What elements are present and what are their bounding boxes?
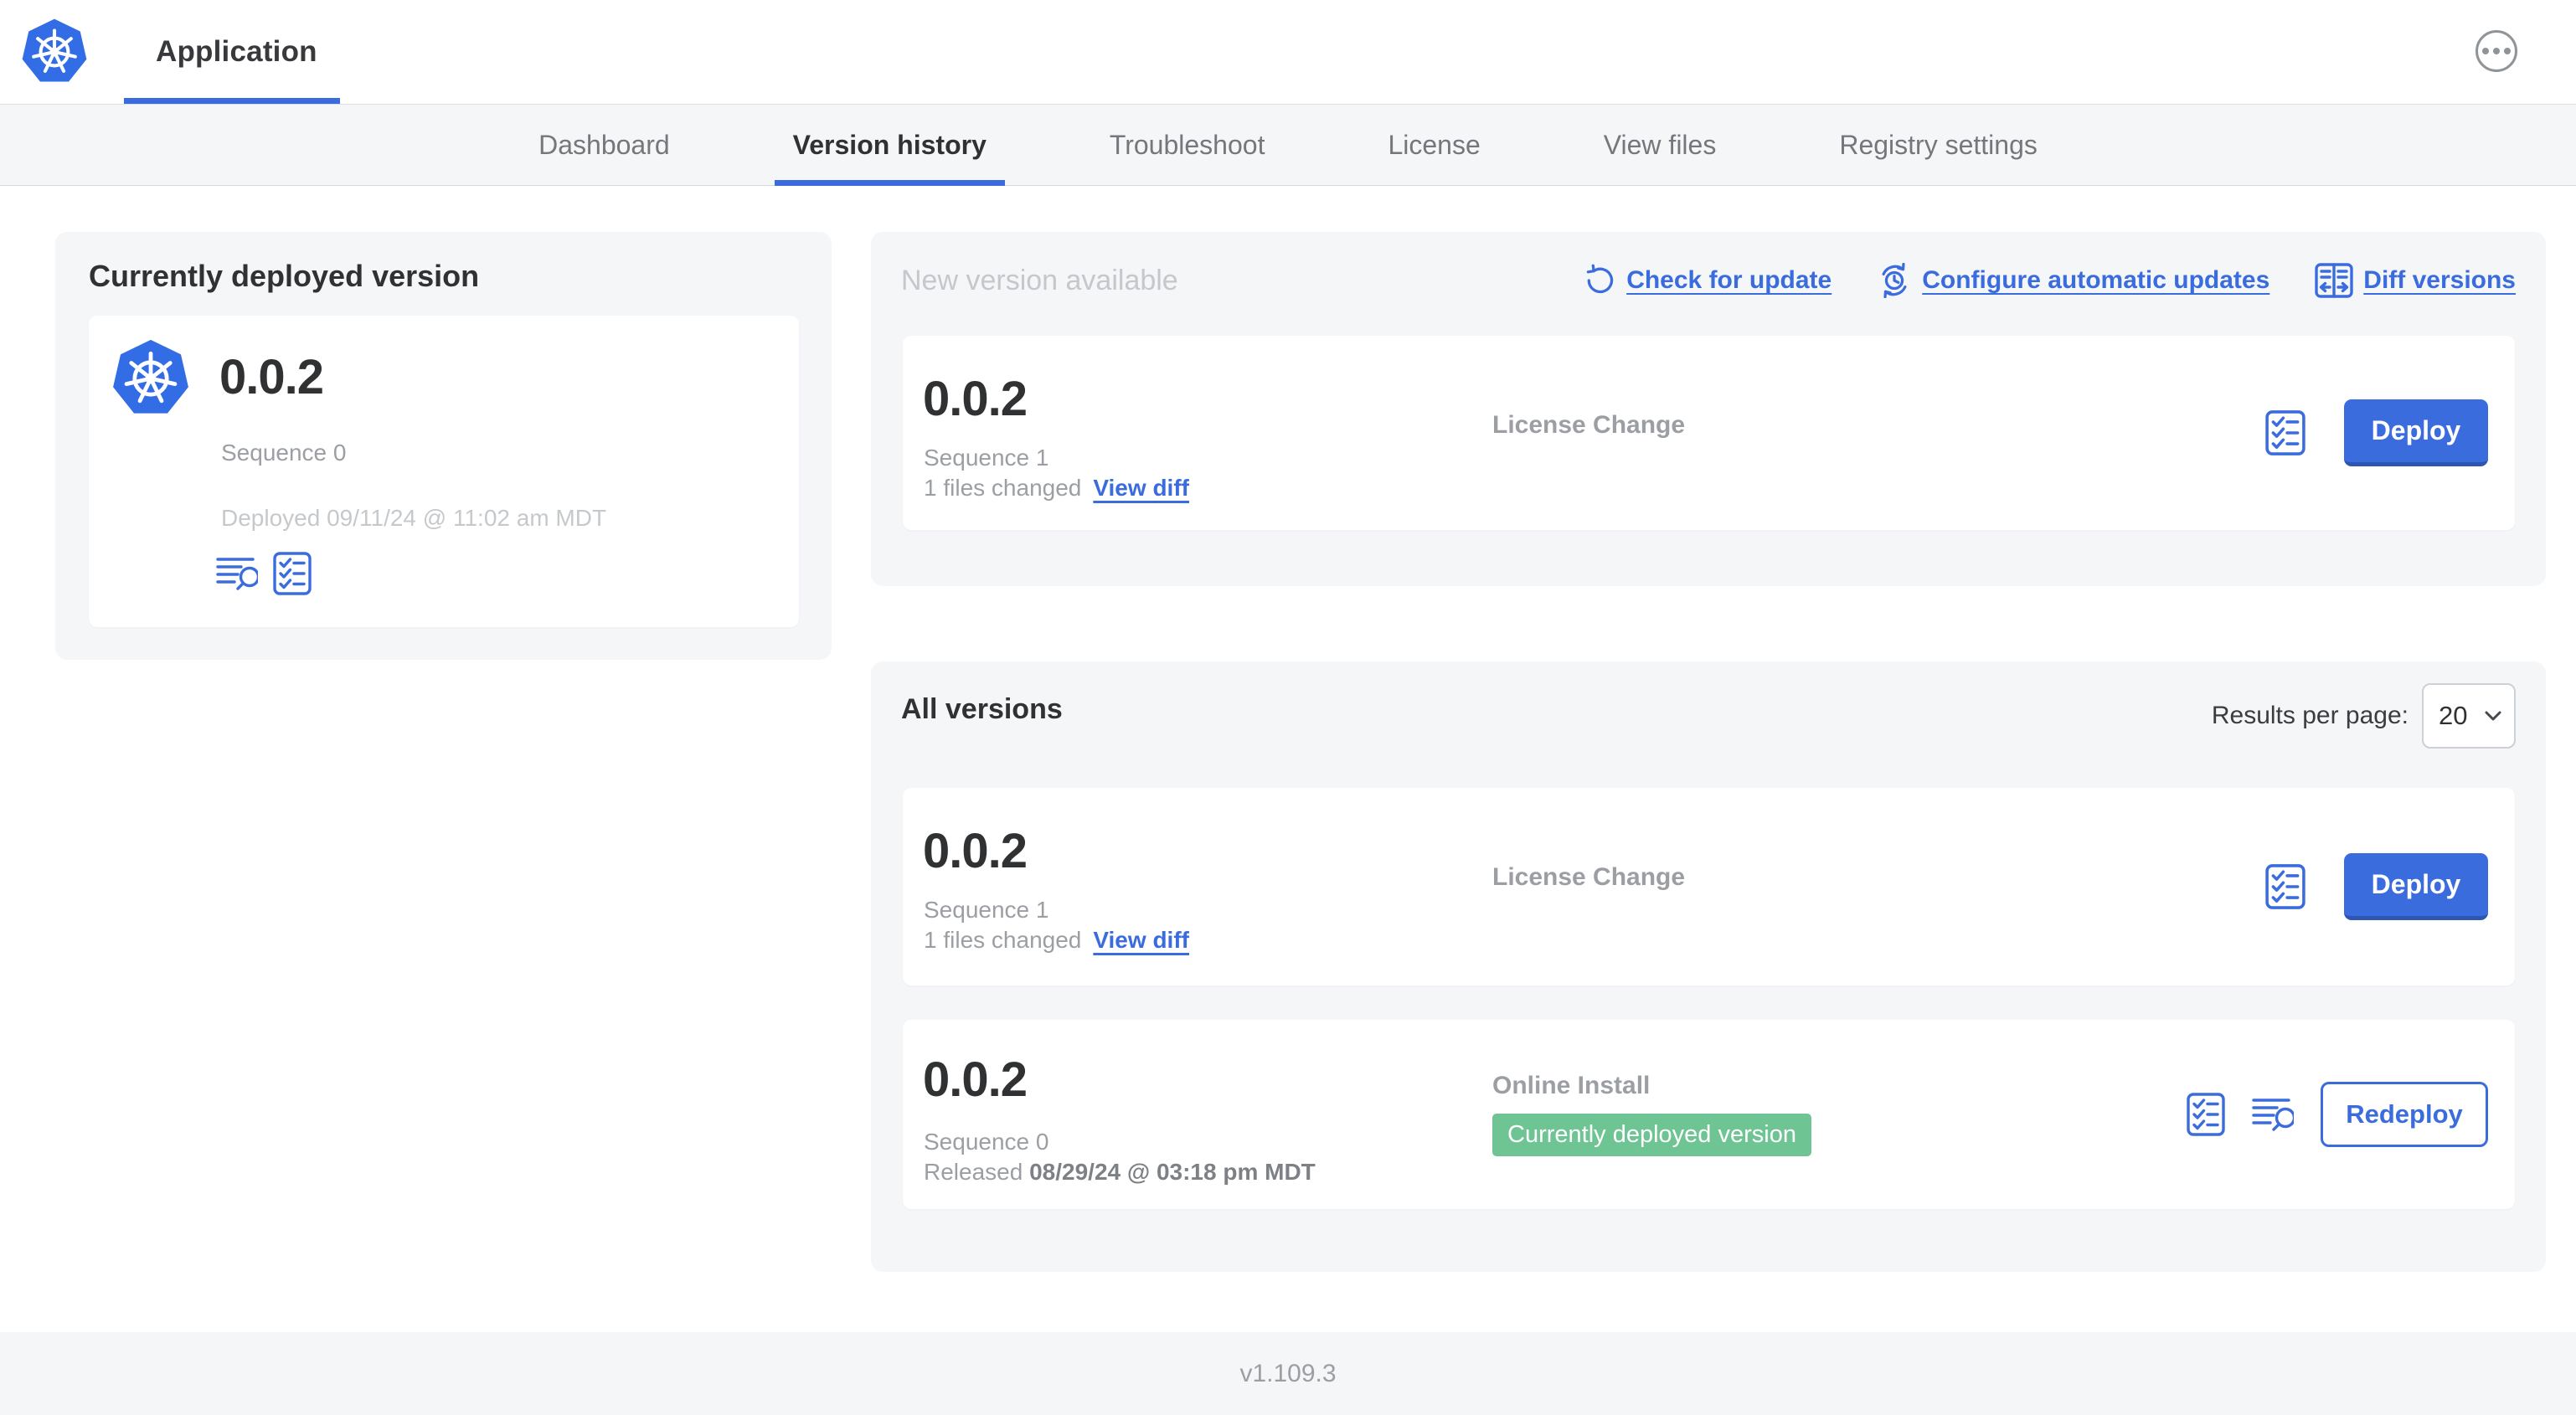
results-per-page-select[interactable]: 20 (2422, 683, 2516, 749)
current-version-number: 0.0.2 (219, 350, 324, 404)
deploy-button[interactable]: Deploy (2344, 399, 2488, 466)
files-changed-row: 1 files changed View diff (924, 475, 1189, 502)
all-versions-panel: All versions Results per page: 20 0.0.2 … (871, 661, 2546, 1272)
version-row: 0.0.2 Sequence 1 1 files changed View di… (903, 788, 2515, 985)
currently-deployed-heading: Currently deployed version (89, 259, 480, 293)
preflight-checks-icon[interactable] (2187, 1093, 2225, 1136)
row-actions: Redeploy (2187, 1020, 2488, 1209)
current-version-actions (216, 552, 312, 595)
current-sequence-label: Sequence 0 (221, 440, 347, 466)
app-header: Application (0, 0, 2576, 104)
view-diff-link[interactable]: View diff (1093, 927, 1189, 954)
current-version-card: 0.0.2 Sequence 0 Deployed 09/11/24 @ 11:… (89, 316, 799, 627)
view-deploy-logs-icon[interactable] (216, 555, 258, 592)
current-deployed-timestamp: Deployed 09/11/24 @ 11:02 am MDT (221, 505, 607, 531)
redeploy-button[interactable]: Redeploy (2321, 1082, 2488, 1147)
active-tab-underline (774, 180, 1005, 186)
new-version-header: New version available Check for update C… (901, 257, 2516, 304)
app-version-icon (111, 337, 191, 419)
preflight-checks-icon[interactable] (2265, 409, 2306, 456)
console-version-label: v1.109.3 (1239, 1359, 1337, 1387)
refresh-icon (1586, 264, 1614, 294)
currently-deployed-panel: Currently deployed version 0.0.2 Sequenc… (55, 232, 832, 660)
new-version-panel: New version available Check for update C… (871, 232, 2546, 586)
new-version-heading: New version available (901, 264, 1178, 296)
new-version-actions: Deploy (2265, 336, 2488, 530)
configure-automatic-updates-link[interactable]: Configure automatic updates (1877, 263, 2269, 298)
files-changed-label: 1 files changed (924, 475, 1082, 501)
diff-versions-link[interactable]: Diff versions (2315, 263, 2516, 298)
row-sequence: Sequence 0 (924, 1129, 1049, 1155)
new-version-card: 0.0.2 Sequence 1 1 files changed View di… (903, 336, 2515, 530)
results-per-page: Results per page: 20 (2212, 683, 2516, 749)
view-diff-link[interactable]: View diff (1093, 475, 1189, 502)
new-version-sequence: Sequence 1 (924, 445, 1049, 471)
new-version-number: 0.0.2 (923, 372, 1028, 426)
preflight-checks-icon[interactable] (2265, 863, 2306, 910)
version-row: 0.0.2 Sequence 0 Released 08/29/24 @ 03:… (903, 1020, 2515, 1209)
app-title-tab[interactable]: Application (156, 35, 317, 69)
results-per-page-value: 20 (2439, 701, 2468, 730)
released-label: Released (924, 1159, 1023, 1185)
tab-version-history[interactable]: Version history (774, 105, 1005, 186)
tab-troubleshoot[interactable]: Troubleshoot (1091, 105, 1284, 185)
app-title-active-underline (124, 98, 340, 104)
row-version-number: 0.0.2 (923, 824, 1028, 878)
row-actions: Deploy (2265, 788, 2488, 985)
tab-view-files[interactable]: View files (1585, 105, 1735, 185)
preflight-checks-icon[interactable] (273, 552, 312, 595)
released-timestamp: Released 08/29/24 @ 03:18 pm MDT (924, 1159, 1316, 1186)
app-menu-button[interactable] (2476, 30, 2517, 72)
chevron-down-icon (2485, 711, 2501, 721)
files-changed-label: 1 files changed (924, 927, 1082, 953)
row-sequence: Sequence 1 (924, 897, 1049, 923)
row-version-number: 0.0.2 (923, 1052, 1028, 1107)
check-for-update-link[interactable]: Check for update (1583, 264, 1832, 297)
version-source-label: Online Install (1492, 1072, 1651, 1099)
results-per-page-label: Results per page: (2211, 702, 2409, 729)
version-source-label: License Change (1492, 411, 1686, 439)
kubernetes-logo-icon (20, 17, 89, 87)
app-footer: v1.109.3 (0, 1332, 2576, 1415)
version-source-label: License Change (1492, 863, 1686, 891)
update-links: Check for update Configure automatic upd… (1583, 263, 2516, 298)
diff-icon (2315, 263, 2353, 298)
all-versions-heading: All versions (901, 693, 1063, 725)
tab-registry-settings[interactable]: Registry settings (1821, 105, 2056, 185)
files-changed-row: 1 files changed View diff (924, 927, 1189, 954)
scheduled-update-icon (1882, 263, 1907, 298)
deploy-button[interactable]: Deploy (2344, 853, 2488, 920)
released-date: 08/29/24 @ 03:18 pm MDT (1029, 1159, 1316, 1185)
tab-license[interactable]: License (1369, 105, 1498, 185)
ellipsis-icon (2482, 48, 2489, 54)
section-tabbar: Dashboard Version history Troubleshoot L… (0, 104, 2576, 186)
currently-deployed-badge: Currently deployed version (1492, 1114, 1811, 1156)
tab-dashboard[interactable]: Dashboard (520, 105, 688, 185)
view-deploy-logs-icon[interactable] (2252, 1096, 2294, 1133)
